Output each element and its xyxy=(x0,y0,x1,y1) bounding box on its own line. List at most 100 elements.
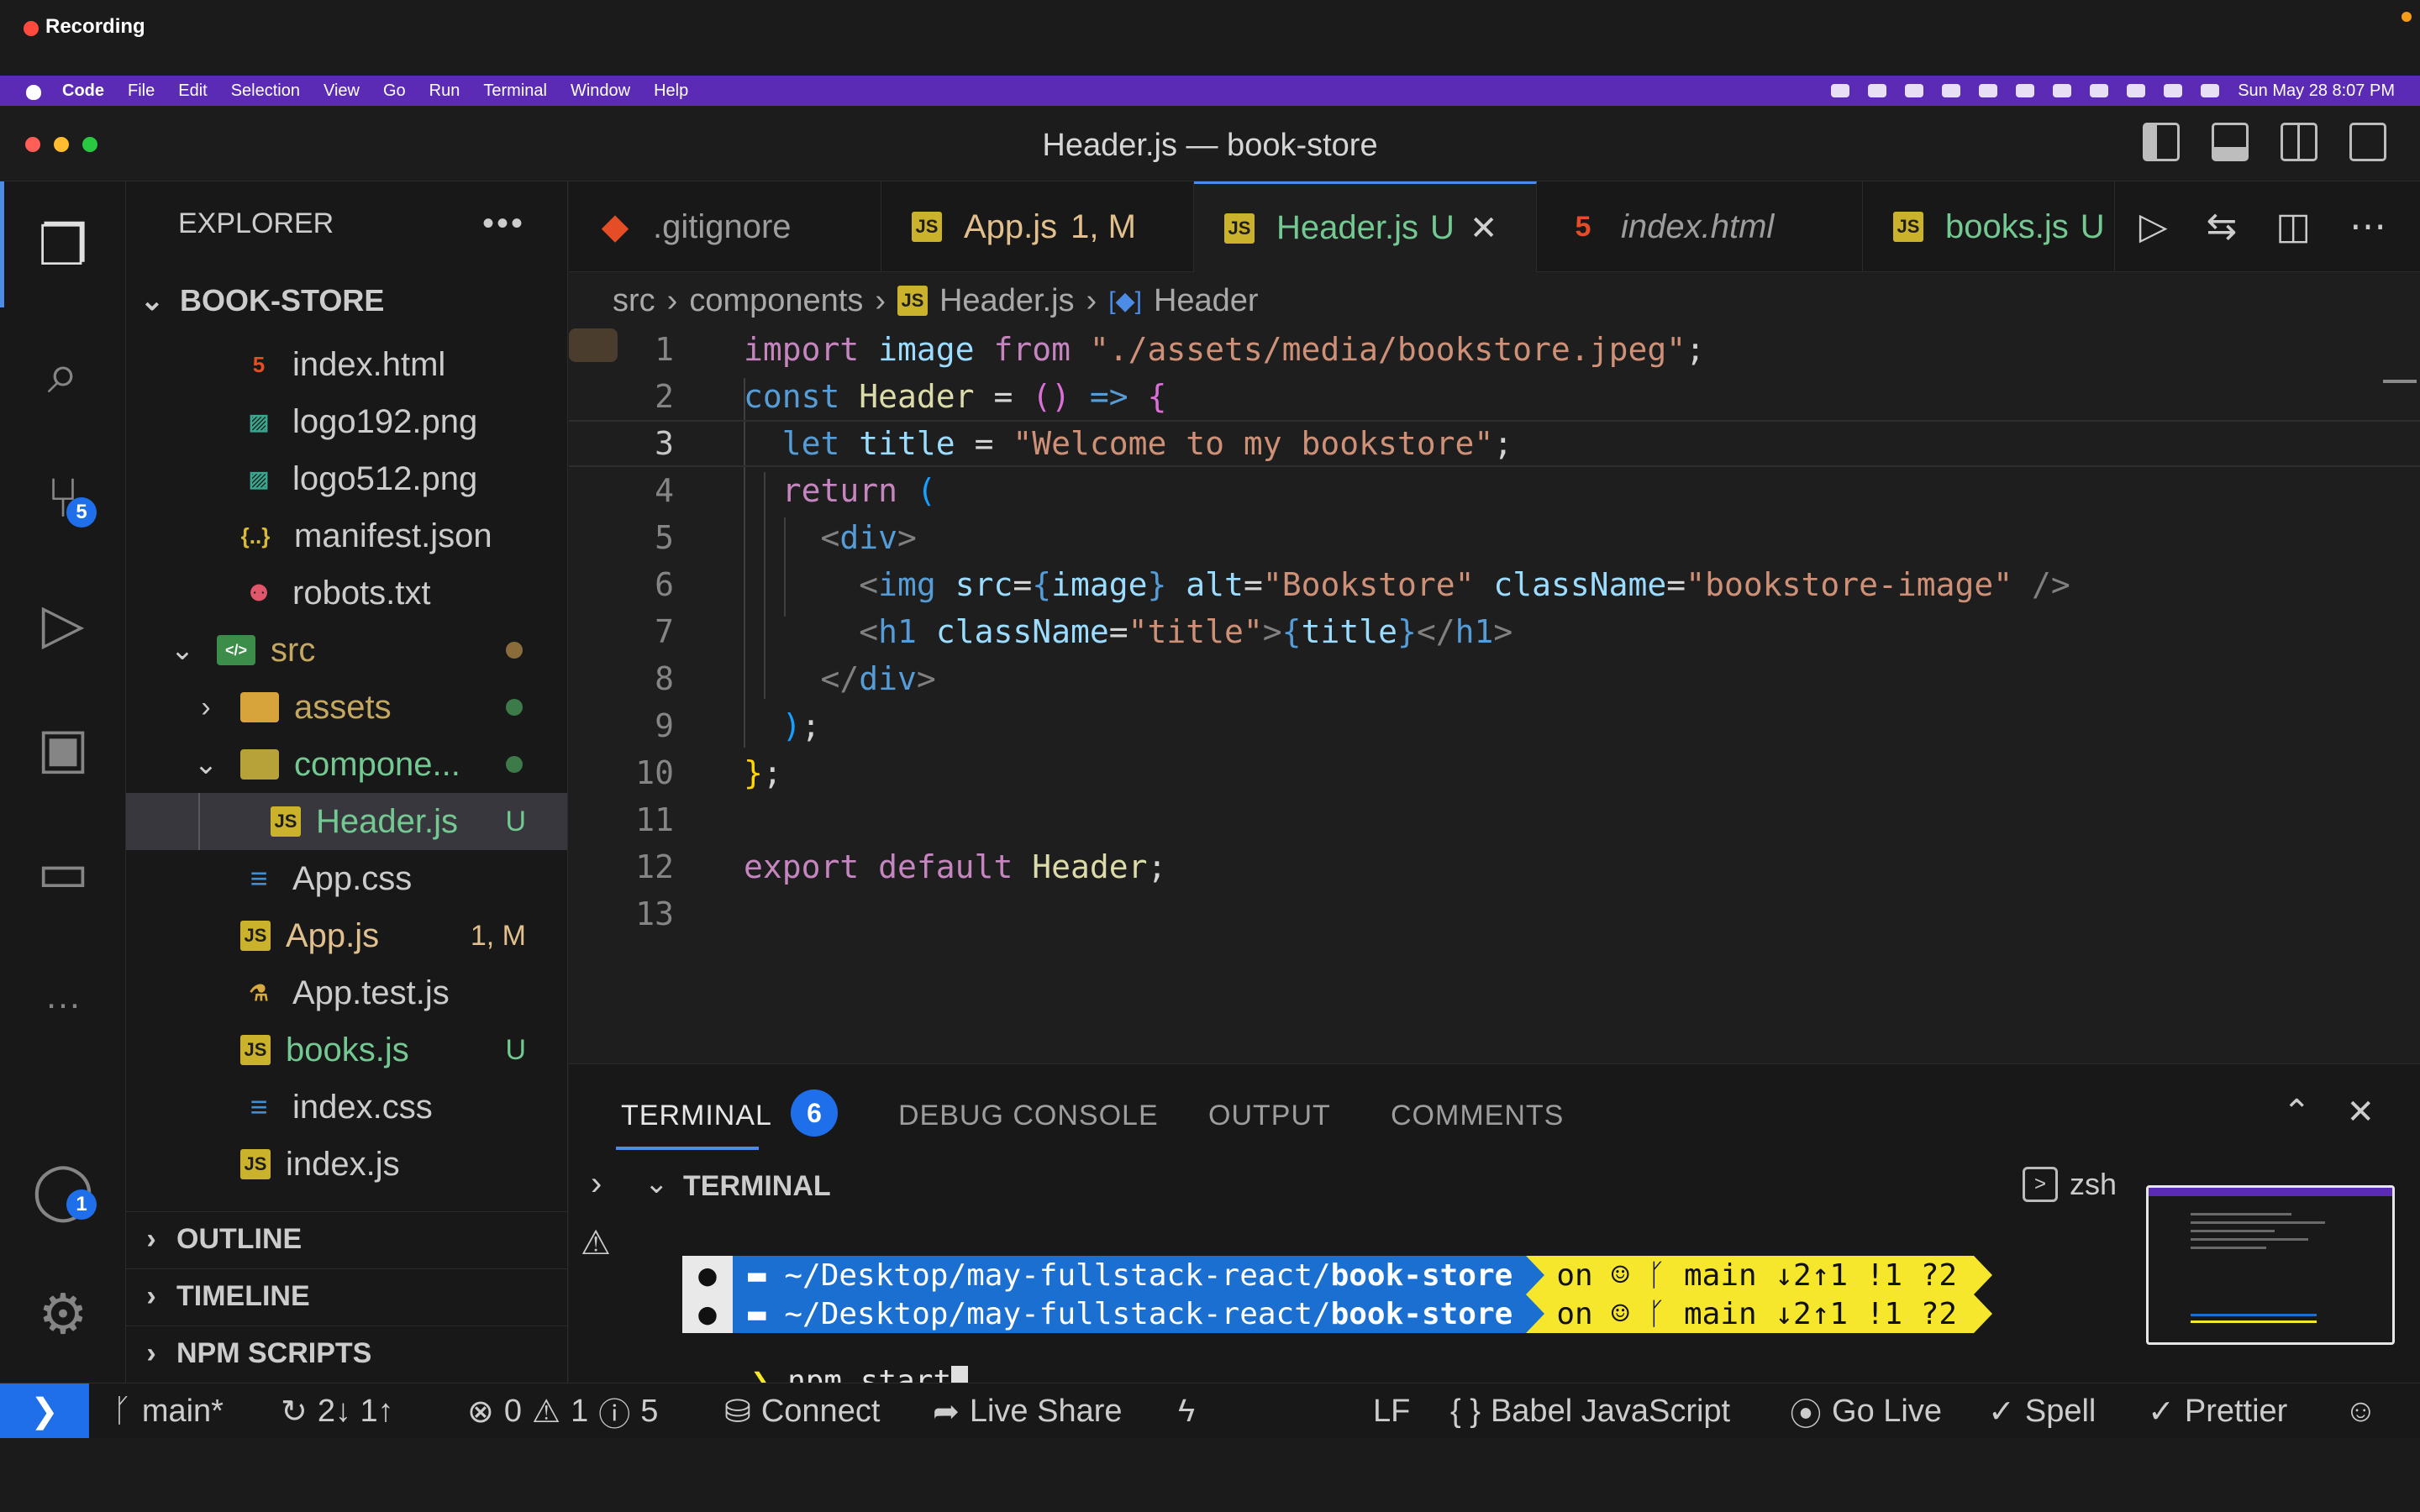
tree-item[interactable]: ≡ index.css xyxy=(126,1079,567,1136)
panel-tab-output[interactable]: OUTPUT xyxy=(1208,1100,1331,1132)
chevron-down-icon[interactable]: ⌄ xyxy=(644,1167,669,1200)
panel-tab-terminal[interactable]: TERMINAL xyxy=(621,1100,772,1132)
input-source-icon[interactable] xyxy=(2090,84,2109,97)
code-line[interactable]: 9 ); xyxy=(569,702,2420,749)
siri-icon[interactable] xyxy=(2201,84,2220,97)
tree-item[interactable]: ≡ App.css xyxy=(126,850,567,907)
screen-recording-thumbnail[interactable] xyxy=(2146,1185,2395,1345)
tab-gitignore[interactable]: ◆ .gitignore xyxy=(569,181,881,272)
menu-selection[interactable]: Selection xyxy=(231,81,300,101)
tree-folder-assets[interactable]: › assets xyxy=(126,679,567,736)
section-timeline[interactable]: › TIMELINE xyxy=(126,1268,567,1324)
breadcrumb-symbol[interactable]: Header xyxy=(1154,283,1259,319)
tree-folder-components[interactable]: ⌄ compone... xyxy=(126,736,567,793)
code-line[interactable]: 5 <div> xyxy=(569,514,2420,561)
explorer-root[interactable]: ⌄ BOOK-STORE xyxy=(126,272,567,329)
breadcrumb-components[interactable]: components xyxy=(689,283,863,319)
finder-icon[interactable] xyxy=(1831,84,1850,97)
extensions-icon[interactable]: ▣ xyxy=(29,714,97,781)
code-line-current[interactable]: 3 let title = "Welcome to my bookstore"; xyxy=(569,420,2420,467)
code-line[interactable]: 10 }; xyxy=(569,749,2420,796)
close-tab-icon[interactable]: ✕ xyxy=(1470,209,1498,248)
status-problems[interactable]: ⊗ 0 ⚠ 1 ⓘ 5 xyxy=(467,1383,658,1439)
remote-explorer-icon[interactable]: ▭ xyxy=(29,838,97,906)
accounts-icon[interactable]: ◯ 1 xyxy=(29,1156,97,1223)
code-line[interactable]: 2 const Header = () => { xyxy=(569,373,2420,420)
status-live-share[interactable]: ➦ Live Share xyxy=(933,1383,1123,1439)
code-line[interactable]: 12 export default Header; xyxy=(569,843,2420,890)
menu-file[interactable]: File xyxy=(128,81,155,101)
chevron-right-icon[interactable]: › xyxy=(591,1165,602,1203)
toggle-secondary-sidebar-icon[interactable] xyxy=(2281,123,2317,161)
status-spell[interactable]: ✓ Spell xyxy=(1988,1383,2096,1439)
tree-item[interactable]: {..} manifest.json xyxy=(126,507,567,564)
source-control-icon[interactable]: ⑂ 5 xyxy=(29,464,97,531)
customize-layout-icon[interactable] xyxy=(2349,123,2386,161)
code-line[interactable]: 11 xyxy=(569,796,2420,843)
code-line[interactable]: 6 <img src={image} alt="Bookstore" class… xyxy=(569,561,2420,608)
spotlight-icon[interactable] xyxy=(2127,84,2146,97)
tree-item[interactable]: JS App.js 1, M xyxy=(126,907,567,964)
status-sync[interactable]: ↻ 2↓ 1↑ xyxy=(281,1383,394,1439)
code-line[interactable]: 13 xyxy=(569,890,2420,937)
status-go-live[interactable]: ⦿ Go Live xyxy=(1790,1383,1942,1439)
tree-item[interactable]: ⚉ robots.txt xyxy=(126,564,567,622)
tree-item[interactable]: ▨ logo192.png xyxy=(126,393,567,450)
code-line[interactable]: 7 <h1 className="title">{title}</h1> xyxy=(569,608,2420,655)
tree-item-header-js[interactable]: JS Header.js U xyxy=(126,793,567,850)
status-connect[interactable]: ⛁ Connect xyxy=(724,1383,880,1439)
close-panel-icon[interactable]: ✕ xyxy=(2346,1093,2375,1131)
tree-folder-src[interactable]: ⌄ </> src xyxy=(126,622,567,679)
menu-terminal[interactable]: Terminal xyxy=(483,81,547,101)
tree-item[interactable]: ▨ logo512.png xyxy=(126,450,567,507)
wifi-icon[interactable] xyxy=(2016,84,2035,97)
toggle-sidebar-icon[interactable] xyxy=(2143,123,2180,161)
run-debug-icon[interactable]: ▷ xyxy=(29,590,97,657)
code-line[interactable]: 4 return ( xyxy=(569,467,2420,514)
tree-item[interactable]: ⚗ App.test.js xyxy=(126,964,567,1021)
control-center-icon[interactable] xyxy=(2164,84,2183,97)
maximize-panel-icon[interactable]: ⌃ xyxy=(2282,1093,2311,1131)
more-icon[interactable]: … xyxy=(29,963,97,1030)
panel-tab-comments[interactable]: COMMENTS xyxy=(1391,1100,1564,1132)
tree-item[interactable]: 5 index.html xyxy=(126,336,567,393)
compare-changes-icon[interactable]: ⇆ xyxy=(2207,205,2238,248)
breadcrumb-src[interactable]: src xyxy=(613,283,655,319)
status-language[interactable]: { } Babel JavaScript xyxy=(1450,1383,1730,1439)
eject-icon[interactable] xyxy=(1979,84,1998,97)
menu-help[interactable]: Help xyxy=(654,81,688,101)
run-play-icon[interactable]: ▷ xyxy=(2139,205,2168,248)
tab-app-js[interactable]: JS App.js 1, M xyxy=(881,181,1194,272)
settings-gear-icon[interactable]: ⚙ xyxy=(29,1280,97,1347)
tree-item[interactable]: JS books.js U xyxy=(126,1021,567,1079)
accounts-person-icon[interactable]: ☺ xyxy=(2344,1383,2377,1439)
menu-run[interactable]: Run xyxy=(429,81,460,101)
lightning-icon[interactable]: ϟ xyxy=(1178,1383,1195,1439)
status-eol[interactable]: LF xyxy=(1373,1383,1410,1439)
menu-window[interactable]: Window xyxy=(571,81,630,101)
search-icon[interactable]: ⌕ xyxy=(29,339,97,407)
volume-icon[interactable] xyxy=(1905,84,1924,97)
toggle-panel-icon[interactable] xyxy=(2212,123,2249,161)
section-outline[interactable]: › OUTLINE xyxy=(126,1211,567,1267)
menu-clock[interactable]: Sun May 28 8:07 PM xyxy=(2238,81,2395,101)
user-icon[interactable] xyxy=(2053,84,2072,97)
code-line[interactable]: 1 import image from "./assets/media/book… xyxy=(569,326,2420,373)
tab-header-js[interactable]: JS Header.js U ✕ xyxy=(1194,181,1537,272)
breadcrumb-file[interactable]: Header.js xyxy=(939,283,1075,319)
explorer-icon[interactable]: ❐ xyxy=(29,212,97,279)
tab-books-js[interactable]: JS books.js U xyxy=(1863,181,2115,272)
split-editor-icon[interactable]: ◫ xyxy=(2275,205,2311,248)
menu-code[interactable]: Code xyxy=(62,81,104,101)
menu-view[interactable]: View xyxy=(324,81,360,101)
code-line[interactable]: 8 </div> xyxy=(569,655,2420,702)
tab-index-html[interactable]: 5 index.html xyxy=(1537,181,1863,272)
bluetooth-icon[interactable] xyxy=(1942,84,1961,97)
explorer-more-icon[interactable]: ••• xyxy=(482,205,525,243)
menu-edit[interactable]: Edit xyxy=(178,81,207,101)
screen-icon[interactable] xyxy=(1868,84,1887,97)
section-npm-scripts[interactable]: › NPM SCRIPTS xyxy=(126,1326,567,1381)
tree-item[interactable]: JS index.js xyxy=(126,1136,567,1193)
status-prettier[interactable]: ✓ Prettier xyxy=(2148,1383,2287,1439)
remote-indicator-icon[interactable]: ❯ xyxy=(0,1383,89,1439)
